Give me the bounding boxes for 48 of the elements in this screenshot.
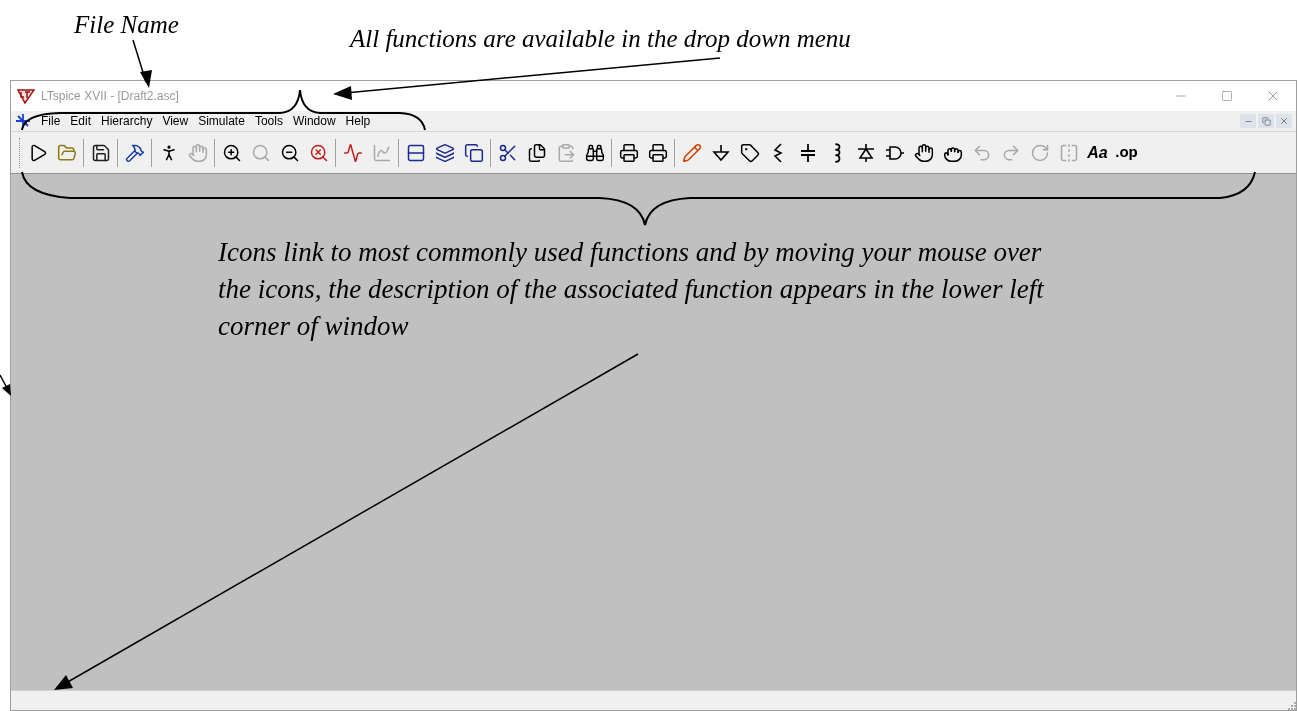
annotation-text: Icons link to most commonly used functions and by moving your mouse over the icons, the description of the associated function appears in the lower left corner of window <box>218 236 1046 343</box>
stacked-windows-icon <box>463 142 484 163</box>
annotation-text: All functions are available in the drop down menu <box>350 24 851 54</box>
menu-item[interactable]: Window <box>292 112 336 130</box>
schematic-icon <box>15 113 31 129</box>
zoom-in-icon <box>221 142 242 163</box>
rotate-icon <box>1029 142 1050 163</box>
hand-icon <box>913 142 934 163</box>
menu-item[interactable]: Hierarchy <box>101 112 153 130</box>
menu-item[interactable]: Simulate <box>198 112 245 130</box>
app-logo-icon <box>17 88 35 104</box>
printer-icon <box>647 142 668 163</box>
cascade-windows-icon <box>434 142 455 163</box>
hand-icon <box>187 142 208 163</box>
ground-icon <box>710 142 731 163</box>
child-close-button[interactable] <box>1276 114 1292 128</box>
menu-item[interactable]: File <box>41 112 61 130</box>
magnifier-cross-icon <box>308 142 329 163</box>
hammer-icon <box>124 142 145 163</box>
annotation-arrow <box>0 374 11 396</box>
schematic-canvas[interactable]: Icons link to most commonly used functions and by moving your mouse over the icons, the description of the associated function appears in the lower left corner of window <box>11 173 1296 690</box>
close-icon <box>1279 116 1289 126</box>
copy-icon <box>526 142 547 163</box>
magnifier-icon <box>250 142 271 163</box>
annotation-text: File Name <box>74 10 179 40</box>
scissors-icon <box>497 142 518 163</box>
tile-windows-icon <box>405 142 426 163</box>
zoom-out-icon <box>279 142 300 163</box>
menu-item[interactable]: Help <box>345 112 371 130</box>
menu-item[interactable]: Tools <box>254 112 283 130</box>
menu-item[interactable]: View <box>162 112 189 130</box>
menu-item[interactable]: Edit <box>70 112 92 130</box>
annotation-arrow <box>132 39 152 88</box>
restore-icon <box>1261 116 1271 126</box>
mirror-icon <box>1058 142 1079 163</box>
printer-icon <box>618 142 639 163</box>
folder-icon <box>56 142 77 163</box>
label-icon <box>739 142 760 163</box>
inductor-icon <box>832 142 841 163</box>
waveform-icon <box>342 142 363 163</box>
diode-icon <box>855 142 876 163</box>
maximize-icon <box>1221 90 1233 102</box>
toolbar-button[interactable]: Aa <box>1083 137 1112 168</box>
chart-icon <box>371 142 392 163</box>
pencil-icon <box>681 142 702 163</box>
window-title: LTspice XVII - [Draft2.asc] <box>41 88 179 105</box>
toolbar-button[interactable]: .op <box>1112 137 1141 168</box>
binoculars-icon <box>584 142 605 163</box>
